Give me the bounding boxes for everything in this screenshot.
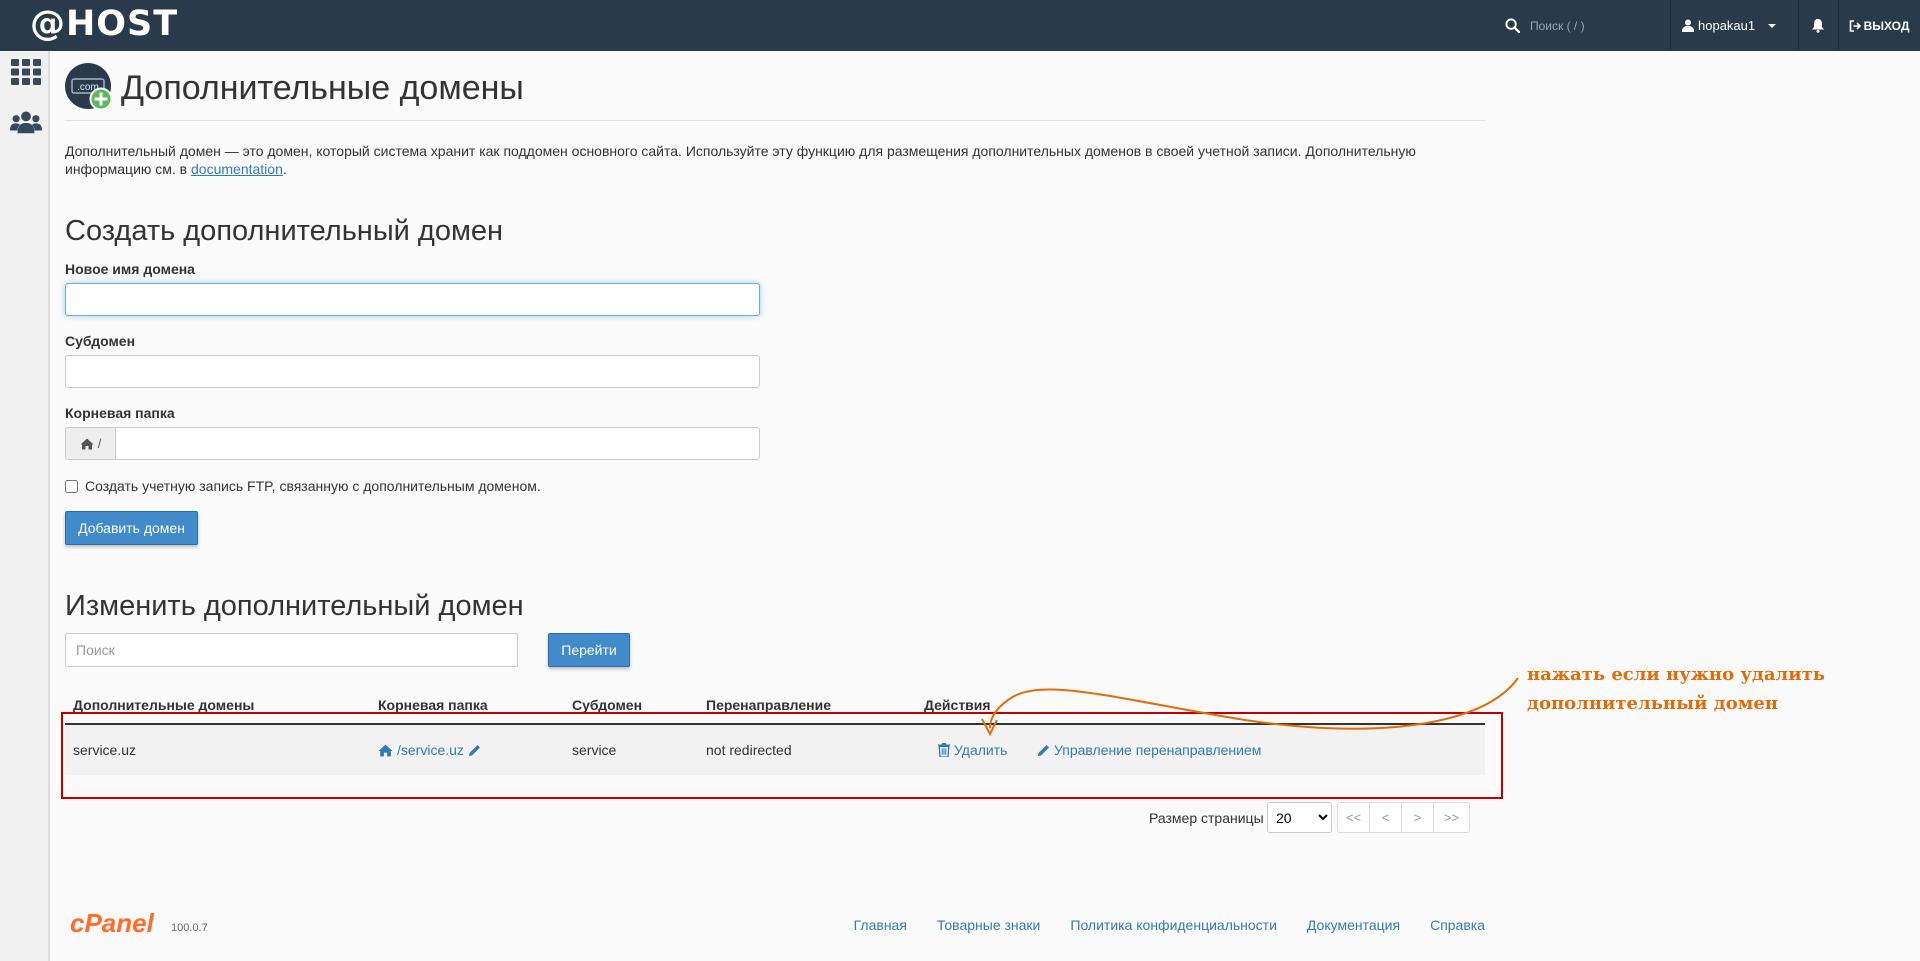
logout-button[interactable]: ВЫХОД: [1838, 0, 1920, 51]
root-folder-label: Корневая папка: [65, 405, 175, 421]
root-folder-group: /: [65, 427, 760, 460]
page-size-label: Размер страницы: [1149, 810, 1264, 826]
create-heading: Создать дополнительный домен: [65, 215, 504, 247]
footer-link-privacy[interactable]: Политика конфиденциальности: [1070, 917, 1277, 933]
page-description: Дополнительный домен — это домен, которы…: [65, 143, 1416, 177]
footer-link-trademarks[interactable]: Товарные знаки: [937, 917, 1040, 933]
footer-link-home[interactable]: Главная: [854, 917, 907, 933]
root-prefix: /: [97, 436, 102, 451]
ftp-checkbox-row: Создать учетную запись FTP, связанную с …: [65, 478, 541, 494]
subdomain-input[interactable]: [65, 355, 760, 388]
col-header-subdomain[interactable]: Субдомен: [572, 697, 642, 713]
sign-out-icon: [1849, 19, 1861, 32]
go-button[interactable]: Перейти: [548, 633, 630, 667]
footer-link-docs[interactable]: Документация: [1307, 917, 1400, 933]
ftp-checkbox-label[interactable]: Создать учетную запись FTP, связанную с …: [85, 478, 541, 494]
home-icon: [80, 438, 94, 449]
sidebar-item-users[interactable]: [10, 107, 42, 137]
col-header-actions: Действия: [924, 697, 991, 713]
cpanel-version: 100.0.7: [171, 922, 208, 934]
last-page-button[interactable]: >>: [1433, 802, 1470, 833]
cpanel-logo[interactable]: cPanel: [70, 908, 154, 939]
root-folder-input[interactable]: [115, 427, 760, 460]
caret-down-icon: [1768, 23, 1777, 28]
search-icon: [1505, 18, 1520, 33]
page-header: .com Дополнительные домены: [65, 63, 1485, 121]
user-icon: [1682, 19, 1694, 32]
documentation-link[interactable]: documentation: [191, 161, 283, 177]
prev-page-button[interactable]: <: [1369, 802, 1402, 833]
username: hopakau1: [1698, 18, 1756, 33]
footer-links: Главная Товарные знаки Политика конфиден…: [854, 917, 1485, 933]
page-size-select[interactable]: 20: [1267, 802, 1332, 833]
sidebar-item-tools[interactable]: [10, 57, 42, 87]
addon-domain-icon: .com: [65, 63, 113, 111]
modify-heading: Изменить дополнительный домен: [65, 590, 524, 622]
bell-icon: [1812, 19, 1824, 33]
root-folder-addon: /: [65, 427, 115, 460]
annotation-text: нажать если нужно удалить дополнительный…: [1527, 664, 1825, 714]
new-domain-input[interactable]: [65, 283, 760, 316]
grid-icon: [11, 59, 41, 85]
logout-label: ВЫХОД: [1863, 18, 1910, 33]
top-search-input[interactable]: [1530, 18, 1660, 33]
annotation-highlight-box: [61, 712, 1503, 799]
add-domain-button[interactable]: Добавить домен: [65, 511, 198, 545]
next-page-button[interactable]: >: [1401, 802, 1434, 833]
top-search[interactable]: [1505, 0, 1670, 51]
subdomain-label: Субдомен: [65, 333, 136, 349]
first-page-button[interactable]: <<: [1337, 802, 1370, 833]
col-header-root[interactable]: Корневая папка: [378, 697, 488, 713]
new-domain-label: Новое имя домена: [65, 261, 195, 277]
sidebar: [0, 51, 50, 961]
page-title: Дополнительные домены: [121, 69, 524, 107]
col-header-domain[interactable]: Дополнительные домены: [73, 697, 254, 713]
notifications-button[interactable]: [1798, 0, 1838, 51]
users-icon: [10, 111, 42, 134]
col-header-redirect[interactable]: Перенаправление: [706, 697, 831, 713]
domain-search-input[interactable]: [65, 633, 518, 667]
brand-logo[interactable]: @HOST: [30, 4, 178, 44]
top-bar: @HOST hopakau1 ВЫХОД: [0, 0, 1920, 51]
footer-link-help[interactable]: Справка: [1430, 917, 1485, 933]
ftp-checkbox[interactable]: [65, 479, 78, 493]
